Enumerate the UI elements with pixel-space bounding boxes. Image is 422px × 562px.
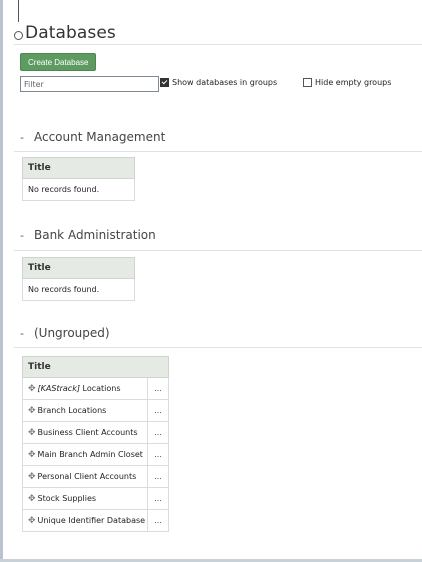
group-divider — [14, 250, 422, 251]
databases-page: Databases Create Database Show databases… — [8, 0, 422, 559]
database-name-cell[interactable]: ✥ Unique Identifier Database — [21, 509, 149, 532]
database-row[interactable]: ✥ Stock Supplies ... — [21, 487, 170, 510]
hide-empty-label: Hide empty groups — [315, 78, 392, 87]
create-database-button[interactable]: Create Database — [20, 53, 97, 71]
database-name-prefix: [KAStrack] — [37, 383, 80, 393]
header-node-icon — [14, 30, 23, 40]
filter-input[interactable] — [20, 76, 159, 92]
group-collapse-toggle[interactable]: - — [20, 327, 24, 340]
ellipsis-icon[interactable]: ... — [147, 487, 170, 510]
header-divider — [14, 44, 422, 45]
group-title: (Ungrouped) — [33, 326, 110, 340]
database-name: Stock Supplies — [37, 493, 97, 503]
group-table-bank-administration: Title No records found. — [22, 257, 135, 301]
database-name: Locations — [79, 383, 121, 393]
group-table-account-management: Title No records found. — [22, 157, 135, 201]
database-row[interactable]: ✥ Personal Client Accounts ... — [21, 465, 170, 488]
group-table-ungrouped: Title ✥ [KAStrack] Locations ... ✥ Branch … — [21, 356, 170, 532]
group-header-ungrouped: - (Ungrouped) — [20, 326, 110, 340]
column-header-title[interactable]: Title — [21, 356, 170, 378]
column-header-title[interactable]: Title — [22, 257, 135, 279]
ellipsis-icon[interactable]: ... — [147, 443, 170, 466]
database-name-cell[interactable]: ✥ Personal Client Accounts — [21, 465, 149, 488]
database-name-cell[interactable]: ✥ [KAStrack] Locations — [21, 377, 149, 400]
ellipsis-icon[interactable]: ... — [147, 465, 170, 488]
database-row[interactable]: ✥ [KAStrack] Locations ... — [21, 377, 170, 400]
empty-message: No records found. — [22, 178, 135, 201]
group-collapse-toggle[interactable]: - — [20, 131, 24, 144]
page-title: Databases — [25, 23, 116, 43]
ellipsis-icon[interactable]: ... — [147, 377, 170, 400]
database-name: Business Client Accounts — [37, 427, 138, 437]
page-header: Databases — [14, 0, 116, 46]
database-row[interactable]: ✥ Business Client Accounts ... — [21, 421, 170, 444]
database-name-cell[interactable]: ✥ Business Client Accounts — [21, 421, 149, 444]
show-groups-label: Show databases in groups — [172, 78, 278, 87]
database-row[interactable]: ✥ Unique Identifier Database ... — [21, 509, 170, 532]
column-header-title[interactable]: Title — [22, 157, 135, 179]
group-header-account-management: - Account Management — [20, 130, 165, 144]
move-handle-icon[interactable]: ✥ — [28, 516, 36, 526]
window-left-border — [0, 0, 3, 562]
empty-message: No records found. — [22, 278, 135, 301]
group-title: Bank Administration — [33, 228, 156, 242]
group-header-bank-administration: - Bank Administration — [20, 228, 156, 242]
database-name-cell[interactable]: ✥ Stock Supplies — [21, 487, 149, 510]
show-groups-option[interactable]: Show databases in groups — [160, 78, 277, 87]
database-name-cell[interactable]: ✥ Branch Locations — [21, 399, 149, 422]
move-handle-icon[interactable]: ✥ — [28, 384, 36, 394]
database-name: Main Branch Admin Closet — [37, 449, 143, 459]
group-collapse-toggle[interactable]: - — [20, 229, 24, 242]
move-handle-icon[interactable]: ✥ — [28, 406, 36, 416]
database-row[interactable]: ✥ Branch Locations ... — [21, 399, 170, 422]
hide-empty-option[interactable]: Hide empty groups — [303, 78, 391, 87]
database-name: Unique Identifier Database — [37, 515, 146, 525]
hide-empty-checkbox[interactable] — [303, 78, 312, 87]
group-title: Account Management — [33, 130, 166, 144]
move-handle-icon[interactable]: ✥ — [28, 450, 36, 460]
move-handle-icon[interactable]: ✥ — [28, 494, 36, 504]
move-handle-icon[interactable]: ✥ — [28, 428, 36, 438]
database-row[interactable]: ✥ Main Branch Admin Closet ... — [21, 443, 170, 466]
group-divider — [14, 151, 422, 152]
database-name: Branch Locations — [37, 405, 107, 415]
database-name-cell[interactable]: ✥ Main Branch Admin Closet — [21, 443, 149, 466]
group-divider — [14, 347, 422, 348]
ellipsis-icon[interactable]: ... — [147, 399, 170, 422]
header-connector-line — [18, 0, 19, 22]
move-handle-icon[interactable]: ✥ — [28, 472, 36, 482]
show-groups-checkbox[interactable] — [160, 78, 169, 87]
database-name: Personal Client Accounts — [37, 471, 137, 481]
ellipsis-icon[interactable]: ... — [147, 509, 170, 532]
ellipsis-icon[interactable]: ... — [147, 421, 170, 444]
